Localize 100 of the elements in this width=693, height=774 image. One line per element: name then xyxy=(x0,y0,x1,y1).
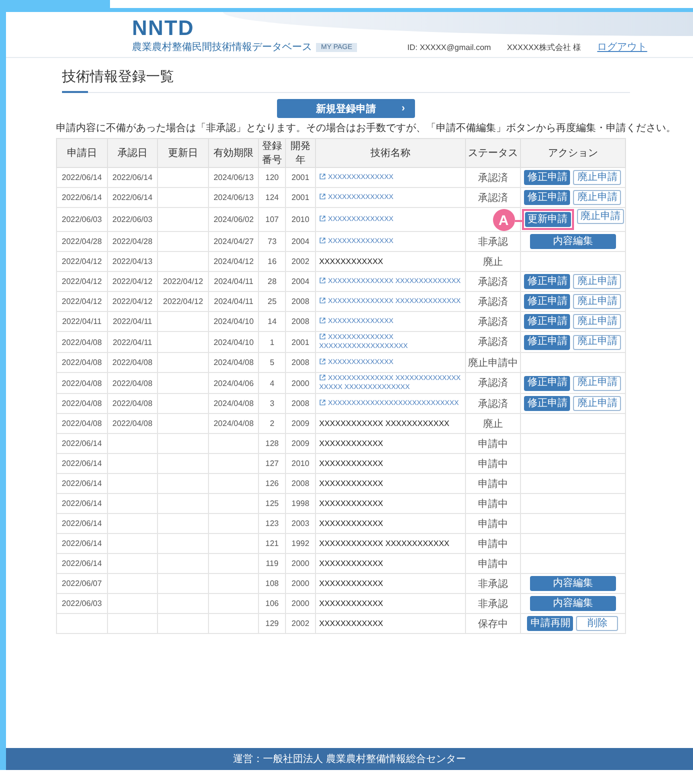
action-button[interactable]: 修正申請 xyxy=(524,334,570,350)
status-text: 申請中 xyxy=(478,518,508,530)
status-text: 非承認 xyxy=(478,598,508,610)
company-name: XXXXXX株式会社 様 xyxy=(506,42,582,52)
external-link-icon xyxy=(319,215,326,222)
table-cell: 2022/04/12 xyxy=(112,277,152,286)
column-header: 登録番号 xyxy=(262,141,282,166)
table-cell: 2024/04/11 xyxy=(214,297,254,306)
table-cell: 2001 xyxy=(292,173,310,182)
table-cell: 2022/04/11 xyxy=(112,338,152,346)
action-button[interactable]: 修正申請 xyxy=(524,190,570,205)
table-cell: 127 xyxy=(265,459,279,468)
table-cell: 2024/06/13 xyxy=(214,173,254,182)
technology-name: XXXXXXXXXXXX xyxy=(319,439,384,448)
action-button[interactable]: 廃止申請 xyxy=(573,294,622,309)
table-cell: 2024/04/08 xyxy=(214,358,254,367)
action-button[interactable]: 廃止申請 xyxy=(573,376,622,390)
table-cell: 2008 xyxy=(292,358,310,367)
technology-name: XXXXXXXXXXXX xyxy=(319,579,384,588)
status-text: 承認済 xyxy=(478,192,508,204)
action-button[interactable]: 修正申請 xyxy=(524,396,570,411)
external-link-icon xyxy=(319,237,326,244)
table-cell: 2022/06/14 xyxy=(62,459,102,468)
column-header: ステータス xyxy=(468,148,518,159)
table-cell: 2022/04/12 xyxy=(112,297,152,306)
table-cell: 2024/04/12 xyxy=(214,257,254,266)
technology-name: XXXXXXXXXXXX XXXXXXXXXXXX xyxy=(319,539,450,548)
action-button[interactable]: 削除 xyxy=(576,616,618,631)
table-cell: 14 xyxy=(268,317,277,326)
external-link-icon xyxy=(319,277,326,284)
table-cell: 2024/06/13 xyxy=(214,193,254,202)
status-text: 保存中 xyxy=(478,618,508,630)
table-cell: 16 xyxy=(268,257,277,266)
table-cell: 125 xyxy=(265,499,279,508)
table-cell: 2024/04/11 xyxy=(214,277,254,286)
table-cell: 2022/04/11 xyxy=(112,317,152,326)
technology-name: XXXXXXXXXXXX xyxy=(319,619,384,628)
column-header: アクション xyxy=(548,148,598,159)
action-button[interactable]: 修正申請 xyxy=(524,170,570,185)
table-cell: 73 xyxy=(268,237,277,246)
table-cell: 126 xyxy=(265,479,279,488)
table-cell: 2022/06/14 xyxy=(62,539,102,548)
table-cell: 108 xyxy=(265,579,279,588)
column-header: 更新日 xyxy=(168,148,198,159)
table-cell: 2024/04/27 xyxy=(214,237,254,246)
action-button[interactable]: 修正申請 xyxy=(524,294,570,309)
action-button[interactable]: 修正申請 xyxy=(524,376,570,390)
action-button[interactable]: 廃止申請 xyxy=(573,190,622,205)
table-cell: 2000 xyxy=(292,579,310,588)
action-button[interactable]: 内容編集 xyxy=(530,234,616,249)
table-cell: 2002 xyxy=(292,257,310,266)
table-cell: 2022/06/14 xyxy=(62,479,102,488)
action-button[interactable]: 修正申請 xyxy=(524,274,570,289)
logo[interactable]: NNTD xyxy=(132,18,358,40)
action-button[interactable]: 廃止申請 xyxy=(573,170,622,185)
table-cell: 2022/04/08 xyxy=(112,399,152,408)
table-cell: 2022/06/14 xyxy=(62,173,102,182)
site-subtitle: 農業農村整備民間技術情報データベース xyxy=(132,40,312,54)
table-cell: 3 xyxy=(270,399,274,408)
table-cell: 2008 xyxy=(292,479,310,488)
action-button[interactable]: 廃止申請 xyxy=(573,314,622,329)
table-cell: 2009 xyxy=(292,439,310,448)
table-cell: 2022/06/03 xyxy=(62,599,102,608)
action-button[interactable]: 廃止申請 xyxy=(573,334,622,350)
new-registration-button[interactable]: 新規登録申請 › xyxy=(277,99,415,118)
table-cell: 2004 xyxy=(292,277,310,286)
status-text: 承認済 xyxy=(478,172,508,184)
table-cell: 2022/06/14 xyxy=(62,439,102,448)
action-button[interactable]: 廃止申請 xyxy=(573,274,622,289)
table-cell: 1992 xyxy=(292,539,310,548)
table-cell: 2022/04/08 xyxy=(112,378,152,388)
table-cell: 2024/04/10 xyxy=(214,338,254,346)
table-cell: 1998 xyxy=(292,499,310,508)
action-button[interactable]: 廃止申請 xyxy=(576,209,624,224)
table-cell: 2000 xyxy=(292,378,310,388)
user-id: ID: XXXXX@gmail.com xyxy=(407,42,491,52)
status-text: 申請中 xyxy=(478,438,508,450)
table-cell: 2010 xyxy=(292,215,310,224)
logout-link[interactable]: ログアウト xyxy=(597,40,648,54)
action-button[interactable]: 内容編集 xyxy=(530,576,616,591)
table-cell: 2022/04/08 xyxy=(62,378,102,388)
action-button[interactable]: 申請再開 xyxy=(527,616,574,631)
external-link-icon xyxy=(319,317,326,324)
action-button[interactable]: 廃止申請 xyxy=(573,396,622,411)
action-button[interactable]: 修正申請 xyxy=(524,314,570,329)
status-text: 非承認 xyxy=(478,578,508,590)
table-cell: 2 xyxy=(270,419,274,428)
status-text: 申請中 xyxy=(478,498,508,510)
table-cell: 128 xyxy=(265,439,279,448)
table-cell: 2022/04/28 xyxy=(112,237,152,246)
status-text: 廃止 xyxy=(482,256,503,268)
table-cell: 123 xyxy=(265,519,279,528)
notice-text: 申請内容に不備があった場合は「非承認」となります。その場合はお手数ですが、「申請不備編集」ボタンから再度編集・申請ください。 xyxy=(56,122,676,135)
table-cell: 2024/04/10 xyxy=(214,317,254,326)
table-cell: 2022/06/14 xyxy=(62,193,102,202)
action-button[interactable]: 内容編集 xyxy=(530,596,616,611)
table-cell: 2003 xyxy=(292,519,310,528)
action-button[interactable]: 更新申請 xyxy=(524,212,571,227)
table-cell: 2022/06/07 xyxy=(62,579,102,588)
table-cell: 2008 xyxy=(292,317,310,326)
